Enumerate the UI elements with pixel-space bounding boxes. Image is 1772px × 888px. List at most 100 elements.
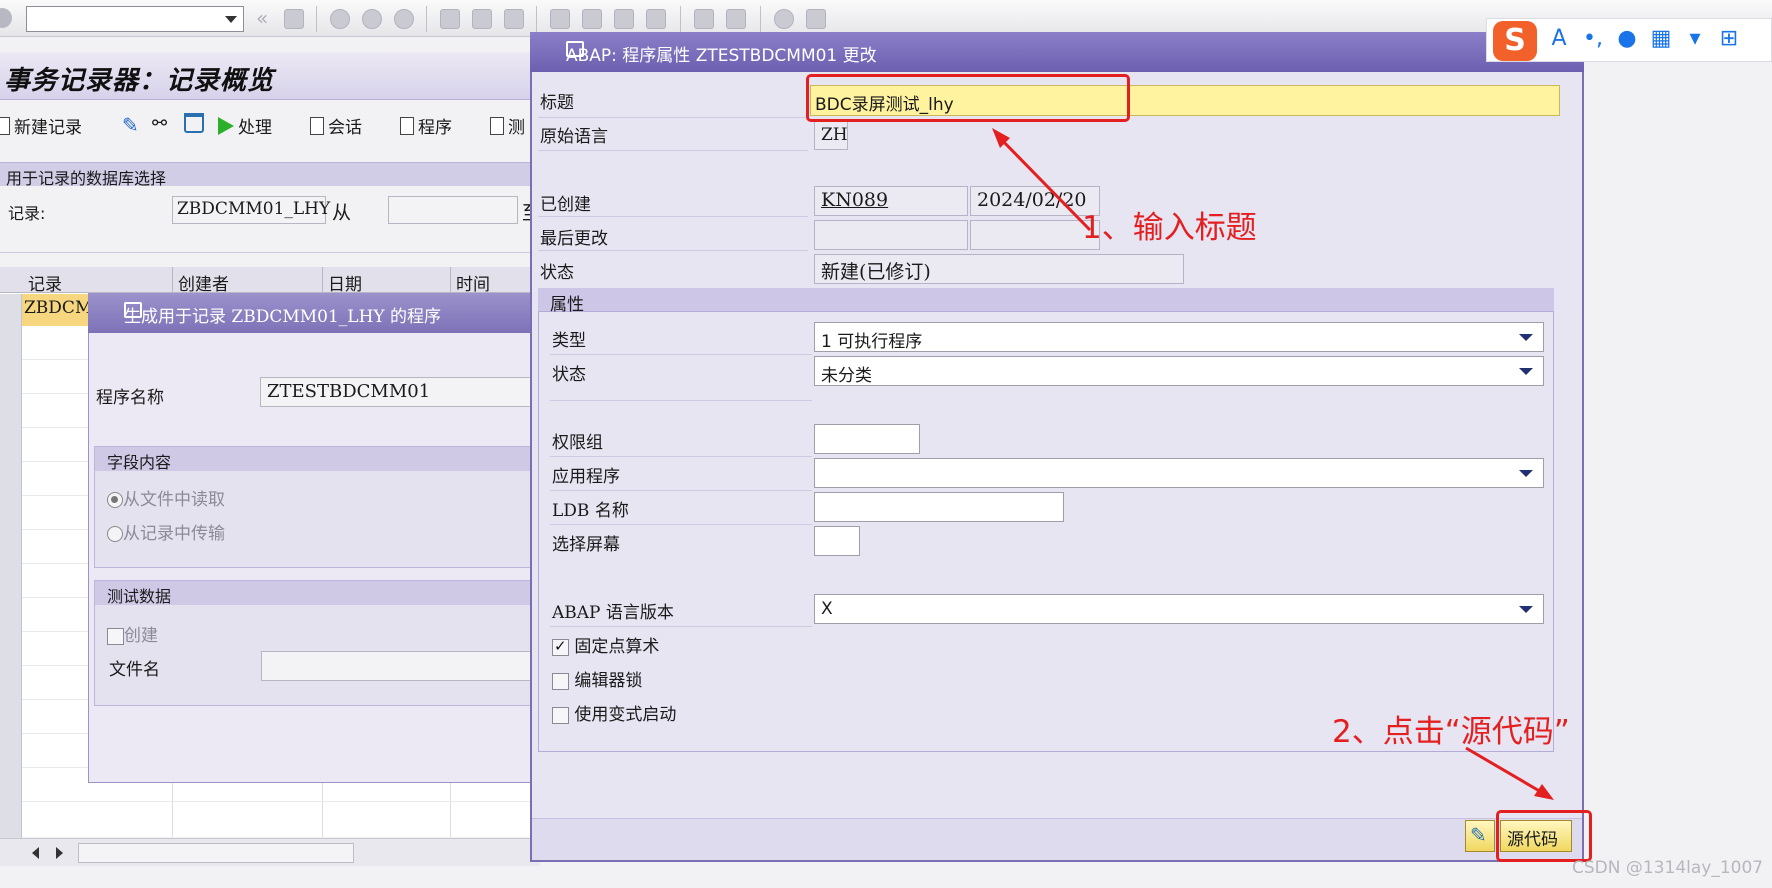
process-button[interactable]: 处理: [218, 113, 272, 138]
scroll-left-icon[interactable]: [32, 847, 39, 859]
display-button[interactable]: ⚯: [152, 113, 167, 134]
first-page-icon[interactable]: [550, 9, 570, 29]
radio-icon[interactable]: [107, 492, 123, 508]
record-input[interactable]: ZBDCMM01_LHY: [172, 196, 330, 224]
variant-start-checkbox-row[interactable]: 使用变式启动: [552, 700, 676, 725]
keyboard-icon[interactable]: ▦: [1649, 27, 1673, 51]
ime-language-button[interactable]: A: [1547, 27, 1571, 51]
column-separator: [322, 267, 323, 293]
chevron-down-icon[interactable]: [1519, 606, 1533, 613]
edit-button[interactable]: ✎: [122, 113, 139, 137]
chevron-down-icon[interactable]: [1519, 368, 1533, 375]
command-field[interactable]: [26, 6, 244, 32]
radio-icon[interactable]: [107, 526, 123, 542]
attributes-header: 属性: [538, 288, 1554, 315]
scroll-right-icon[interactable]: [56, 847, 63, 859]
double-chevron-icon[interactable]: «: [256, 6, 268, 30]
record-from-input[interactable]: [388, 196, 518, 224]
type-select[interactable]: 1 可执行程序: [814, 322, 1544, 352]
editor-lock-checkbox[interactable]: [552, 672, 569, 690]
record-label: 记录:: [8, 204, 46, 223]
title-highlight-box: [806, 74, 1130, 122]
scrollbar-thumb[interactable]: [78, 843, 354, 863]
field-content-group: 字段内容 从文件中读取 从记录中传输: [94, 446, 550, 568]
file-name-input[interactable]: [261, 651, 551, 681]
grid-icon[interactable]: ⊞: [1717, 27, 1741, 51]
attr-status-label: 状态: [552, 365, 586, 385]
prev-page-icon[interactable]: [582, 9, 602, 29]
help-icon[interactable]: [774, 9, 794, 29]
find-icon[interactable]: [472, 9, 492, 29]
chevron-down-icon[interactable]: [1519, 470, 1533, 477]
create-checkbox-row[interactable]: 创建: [107, 621, 158, 646]
auth-group-input[interactable]: [814, 424, 920, 454]
radio-read-file[interactable]: 从文件中读取: [107, 485, 225, 510]
chevron-down-icon[interactable]: [1519, 334, 1533, 341]
new-record-button[interactable]: 新建记录: [0, 113, 82, 138]
shortcut-icon[interactable]: [726, 9, 746, 29]
application-select[interactable]: [814, 458, 1544, 488]
test-button[interactable]: 测: [490, 113, 525, 138]
document-icon: [310, 116, 324, 135]
find-next-icon[interactable]: [504, 9, 524, 29]
row-divider: [538, 117, 808, 118]
program-name-input[interactable]: ZTESTBDCMM01: [260, 377, 550, 407]
shirt-icon[interactable]: ▾: [1683, 27, 1707, 51]
last-page-icon[interactable]: [646, 9, 666, 29]
row-divider: [550, 626, 812, 627]
session-button[interactable]: 会话: [310, 113, 362, 138]
next-page-icon[interactable]: [614, 9, 634, 29]
delete-button[interactable]: [184, 113, 204, 133]
horizontal-scrollbar[interactable]: [0, 838, 540, 866]
application-toolbar: 新建记录 ✎ ⚯ 处理 会话 程序 测: [0, 104, 540, 144]
radio-transfer-record[interactable]: 从记录中传输: [107, 519, 225, 544]
edit-button[interactable]: ✎: [1465, 820, 1495, 852]
chevron-down-icon[interactable]: [225, 16, 237, 23]
type-label: 类型: [552, 331, 586, 351]
save-icon[interactable]: [284, 9, 304, 29]
document-icon: [490, 116, 504, 135]
step1-annotation: 1、输入标题: [1082, 210, 1257, 246]
fixed-point-checkbox[interactable]: [552, 637, 569, 656]
print-icon[interactable]: [440, 9, 460, 29]
ldb-name-label: LDB 名称: [552, 501, 629, 521]
file-name-label: 文件名: [109, 660, 160, 680]
back-icon[interactable]: [330, 9, 350, 29]
exit-icon[interactable]: [362, 9, 382, 29]
ime-punctuation-button[interactable]: •,: [1581, 27, 1605, 51]
new-session-icon[interactable]: [694, 9, 714, 29]
ime-logo[interactable]: S: [1493, 21, 1537, 61]
attr-status-select[interactable]: 未分类: [814, 356, 1544, 386]
auth-group-label: 权限组: [552, 433, 603, 453]
fixed-point-checkbox-row[interactable]: 固定点算术: [552, 632, 659, 657]
screen-title-bar: 事务记录器：记录概览: [0, 52, 540, 100]
column-header-date[interactable]: 日期: [328, 270, 362, 295]
test-data-group: 测试数据 创建 文件名: [94, 580, 551, 706]
column-separator: [172, 267, 173, 293]
toolbar-separator: [680, 6, 681, 32]
abap-version-select[interactable]: X: [814, 594, 1544, 624]
last-changed-label: 最后更改: [540, 229, 608, 249]
column-separator: [450, 267, 451, 293]
cancel-icon[interactable]: [394, 9, 414, 29]
test-data-header: 测试数据: [95, 581, 549, 606]
column-header-creator[interactable]: 创建者: [178, 270, 229, 295]
editor-lock-checkbox-row[interactable]: 编辑器锁: [552, 666, 642, 691]
column-header-record[interactable]: 记录: [28, 270, 62, 295]
column-header-time[interactable]: 时间: [456, 270, 490, 295]
checkbox[interactable]: [107, 627, 124, 645]
row-selector-column[interactable]: [0, 294, 22, 838]
row-divider: [550, 524, 812, 525]
mic-icon[interactable]: ●: [1615, 27, 1639, 51]
screen-title: 事务记录器：记录概览: [4, 66, 275, 96]
created-by-link[interactable]: KN089: [814, 186, 968, 216]
row-divider: [538, 250, 808, 251]
ldb-name-input[interactable]: [814, 492, 1064, 522]
original-language-label: 原始语言: [540, 127, 608, 147]
enter-icon[interactable]: [0, 8, 12, 28]
table-row[interactable]: ZBDCMM01_LHY: [22, 294, 92, 326]
variant-start-checkbox[interactable]: [552, 706, 569, 724]
layout-menu-icon[interactable]: [806, 9, 826, 29]
program-button[interactable]: 程序: [400, 113, 452, 138]
selection-screen-input[interactable]: [814, 526, 860, 556]
